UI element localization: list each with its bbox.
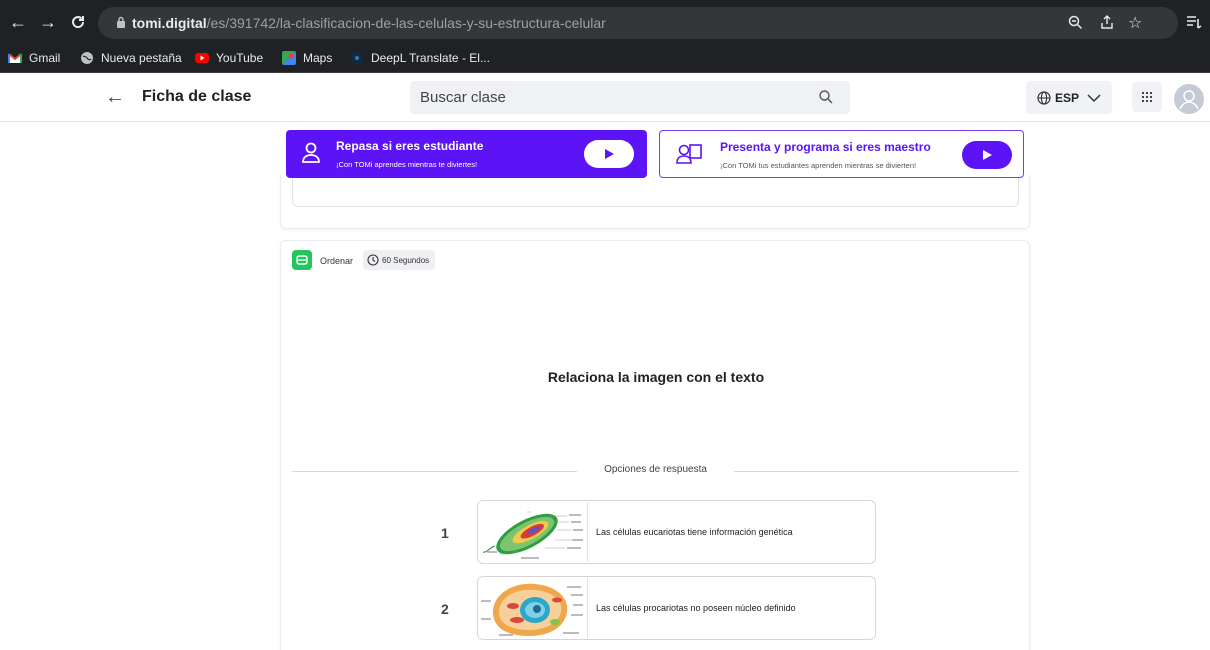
option-number: 1 <box>441 525 449 541</box>
globe-icon <box>1037 90 1051 105</box>
back-arrow-icon[interactable]: ← <box>105 86 125 109</box>
bookmark-label: Nueva pestaña <box>101 51 182 65</box>
time-limit-chip: 60 Segundos <box>363 250 436 270</box>
browser-toolbar: ← → tomi.digital/es/391742/la-clasificac… <box>0 0 1210 45</box>
address-bar[interactable]: tomi.digital/es/391742/la-clasificacion-… <box>98 7 1178 39</box>
divider-line <box>292 471 577 472</box>
back-arrow-icon[interactable]: ← <box>6 10 30 34</box>
answer-option[interactable]: Las células eucariotas tiene información… <box>477 500 876 564</box>
student-promo-subtitle: ¡Con TOMi aprendes mientras te diviertes… <box>336 160 478 169</box>
clock-icon <box>367 254 379 266</box>
url-host: tomi.digital <box>132 15 207 31</box>
activity-type-label: Ordenar <box>320 256 354 266</box>
bookmarks-bar: Gmail Nueva pestaña YouTube Maps DeepL T… <box>0 45 1210 73</box>
bookmark-label: Maps <box>303 51 333 65</box>
reading-list-icon[interactable] <box>1182 10 1206 34</box>
divider-line <box>734 471 1019 472</box>
student-promo-banner[interactable]: Repasa si eres estudiante ¡Con TOMi apre… <box>286 130 647 178</box>
deepl-icon <box>351 52 363 64</box>
search-box <box>410 81 850 114</box>
share-icon[interactable] <box>1100 15 1115 34</box>
avatar[interactable] <box>1174 84 1204 114</box>
activity-type-badge <box>292 250 312 270</box>
answer-option[interactable]: Las células procariotas no poseen núcleo… <box>477 576 876 640</box>
bookmark-youtube[interactable]: YouTube <box>195 51 263 65</box>
teacher-play-button[interactable] <box>962 141 1012 169</box>
student-promo-title: Repasa si eres estudiante <box>336 139 484 153</box>
url-path: /es/391742/la-clasificacion-de-las-celul… <box>206 15 606 31</box>
maps-icon <box>282 51 296 65</box>
chevron-down-icon <box>1087 93 1101 102</box>
bookmark-label: Gmail <box>29 51 61 65</box>
search-input[interactable] <box>420 81 810 114</box>
answer-options-divider: Opciones de respuesta <box>292 463 1019 479</box>
apps-menu-button[interactable] <box>1132 82 1162 112</box>
eukaryotic-cell-image <box>479 578 588 638</box>
grid-icon <box>1141 91 1153 103</box>
url-text: tomi.digital/es/391742/la-clasificacion-… <box>132 15 606 31</box>
answer-options-label: Opciones de respuesta <box>604 464 707 475</box>
star-icon[interactable]: ☆ <box>1128 13 1142 33</box>
prokaryotic-cell-image <box>479 502 588 562</box>
teacher-promo-banner[interactable]: Presenta y programa si eres maestro ¡Con… <box>659 130 1024 178</box>
gmail-icon <box>8 53 22 63</box>
app-header: ← Ficha de clase ESP <box>0 74 1210 122</box>
option-number: 2 <box>441 601 449 617</box>
option-text: Las células procariotas no poseen núcleo… <box>596 603 796 613</box>
teacher-promo-subtitle: ¡Con TOMi tus estudiantes aprenden mient… <box>720 161 917 170</box>
lock-icon <box>117 16 125 28</box>
lesson-card-top <box>280 175 1030 229</box>
search-icon[interactable] <box>818 89 834 105</box>
teacher-icon <box>676 144 702 164</box>
lesson-card-inner <box>292 175 1019 207</box>
option-text: Las células eucariotas tiene información… <box>596 527 793 537</box>
forward-arrow-icon[interactable]: → <box>36 10 60 34</box>
order-icon <box>296 255 308 265</box>
user-icon <box>1179 90 1199 110</box>
zoom-icon[interactable] <box>1068 15 1083 34</box>
language-selector[interactable]: ESP <box>1026 81 1112 114</box>
youtube-icon <box>195 53 209 63</box>
page-title: Ficha de clase <box>142 88 252 105</box>
bookmark-label: YouTube <box>216 51 264 65</box>
student-icon <box>302 142 320 163</box>
bookmark-label: DeepL Translate - El... <box>371 51 490 65</box>
bookmark-maps[interactable]: Maps <box>282 51 332 65</box>
activity-card: Ordenar 60 Segundos Relaciona la imagen … <box>280 240 1030 650</box>
teacher-promo-title: Presenta y programa si eres maestro <box>720 140 931 154</box>
play-icon <box>983 150 992 160</box>
question-text: Relaciona la imagen con el texto <box>547 369 765 385</box>
play-icon <box>605 149 614 159</box>
time-limit-label: 60 Segundos <box>382 255 430 265</box>
globe-icon <box>81 52 93 64</box>
reload-icon[interactable] <box>66 10 90 34</box>
bookmark-new-tab[interactable]: Nueva pestaña <box>80 51 182 65</box>
bookmark-deepl[interactable]: DeepL Translate - El... <box>350 51 490 65</box>
language-label: ESP <box>1054 90 1079 105</box>
bookmark-gmail[interactable]: Gmail <box>8 51 60 65</box>
student-play-button[interactable] <box>584 140 634 168</box>
